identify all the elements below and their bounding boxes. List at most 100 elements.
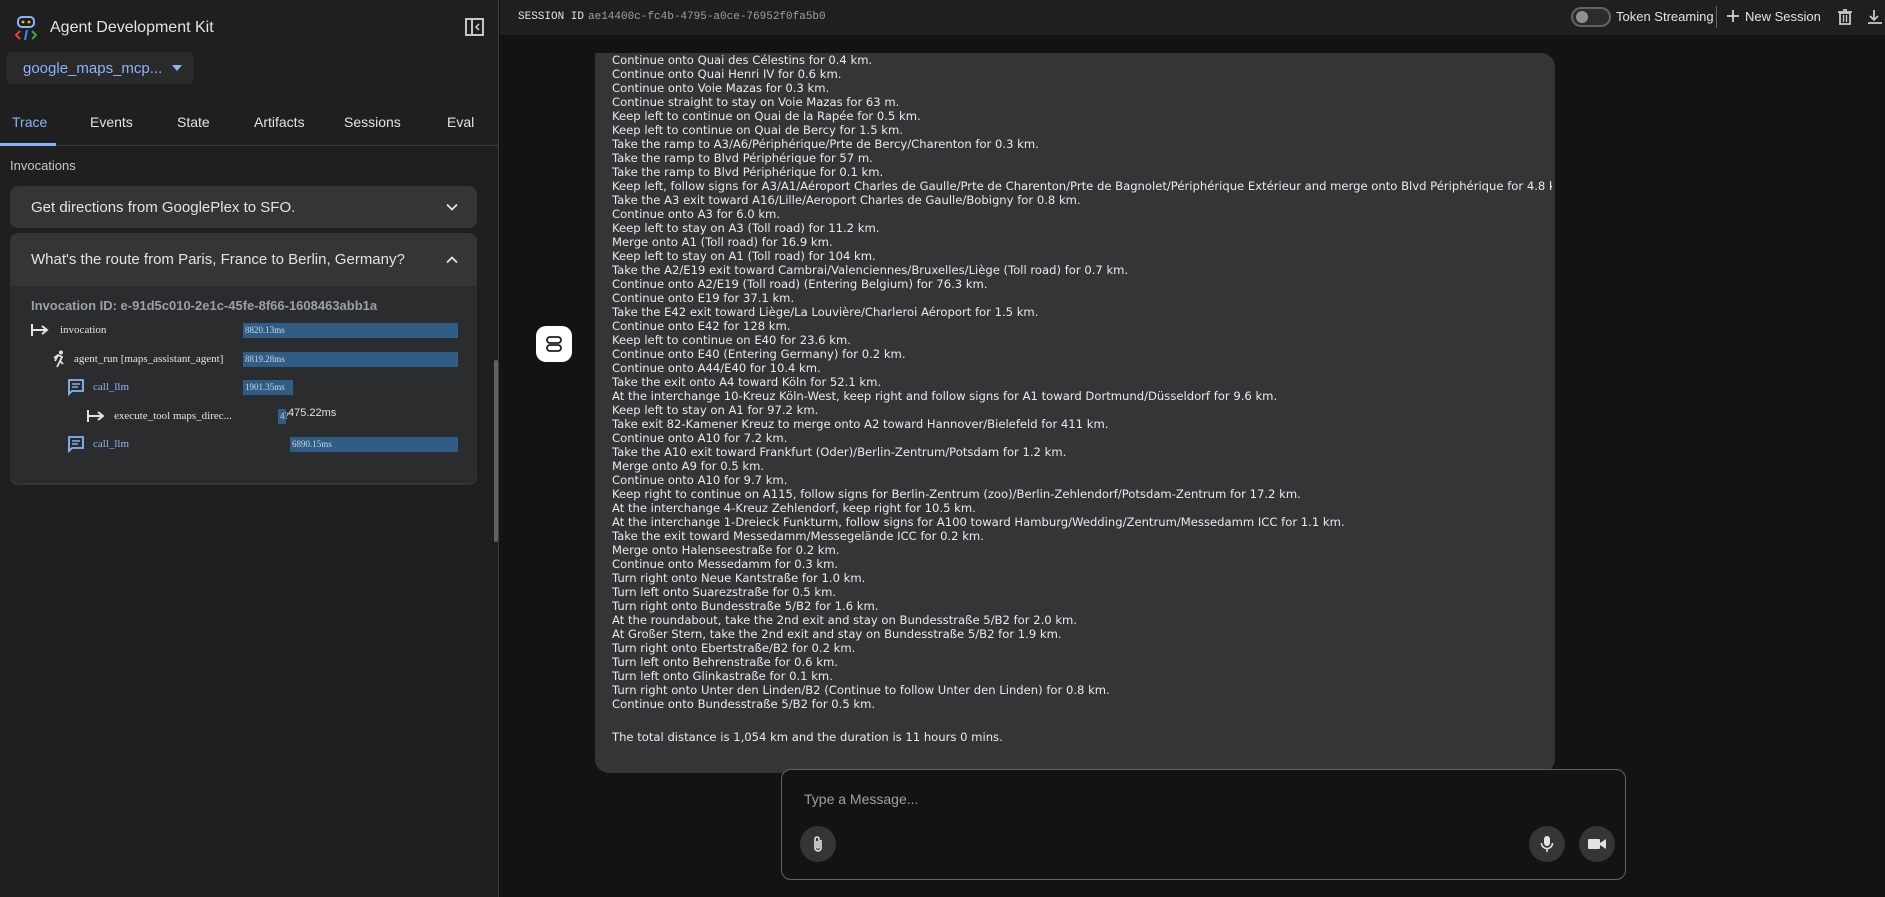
- app-select-value: google_maps_mcp...: [23, 59, 163, 77]
- invocation-card: Get directions from GooglePlex to SFO.: [10, 186, 477, 228]
- route-step-line: Take the A10 exit toward Frankfurt (Oder…: [612, 445, 1067, 459]
- invocation-detail: Invocation ID: e-91d5c010-2e1c-45fe-8f66…: [10, 286, 477, 483]
- adk-logo-icon: [14, 16, 38, 41]
- invocation-title: What's the route from Paris, France to B…: [31, 251, 405, 268]
- sidebar-scrollbar[interactable]: [494, 360, 498, 542]
- route-step-line: Continue onto A3 for 6.0 km.: [612, 207, 781, 221]
- video-button[interactable]: [1579, 826, 1615, 862]
- attach-icon: [814, 836, 822, 852]
- route-step-line: Continue onto Quai Henri IV for 0.6 km.: [612, 67, 842, 81]
- running-icon: [53, 350, 64, 368]
- agent-message-bubble: Continue onto Quai des Célestins for 0.4…: [595, 53, 1555, 773]
- invocation-title: Get directions from GooglePlex to SFO.: [31, 198, 296, 216]
- app-select[interactable]: google_maps_mcp...: [6, 52, 194, 84]
- robot-icon: [546, 336, 562, 352]
- brand: Agent Development Kit: [14, 14, 214, 42]
- chat-icon: [68, 379, 84, 396]
- trace-row[interactable]: agent_run [maps_assistant_agent]: [50, 348, 223, 370]
- plus-icon[interactable]: [1726, 9, 1740, 23]
- side-panel: Agent Development Kit google_maps_mcp...…: [0, 0, 499, 897]
- chevron-up-icon: [446, 256, 458, 264]
- route-step-line: Keep left to stay on A1 (Toll road) for …: [612, 249, 876, 263]
- arrow-right-icon: [31, 324, 49, 336]
- app-root: Agent Development Kit google_maps_mcp...…: [0, 0, 1885, 897]
- arrow-right-icon: [87, 410, 105, 422]
- route-step-line: Take the E42 exit toward Liège/La Louviè…: [612, 305, 1039, 319]
- invocation-header[interactable]: Get directions from GooglePlex to SFO.: [10, 186, 477, 228]
- new-session-button[interactable]: New Session: [1745, 9, 1821, 24]
- route-step-line: Keep left to stay on A3 (Toll road) for …: [612, 221, 880, 235]
- route-step-line: At the interchange 4-Kreuz Zehlendorf, k…: [612, 501, 976, 515]
- route-step-line: Take the A3 exit toward A16/Lille/Aeropo…: [612, 193, 1081, 207]
- route-step-line: Merge onto A9 for 0.5 km.: [612, 459, 765, 473]
- trace-row[interactable]: call_llm: [67, 376, 129, 398]
- route-step-line: Continue onto Voie Mazas for 0.3 km.: [612, 81, 830, 95]
- route-step-line: Turn right onto Unter den Linden/B2 (Con…: [612, 683, 1110, 697]
- route-step-line: Take the exit toward Messedamm/Messegelä…: [612, 529, 984, 543]
- tab-state[interactable]: State: [177, 114, 210, 130]
- app-title: Agent Development Kit: [50, 19, 214, 36]
- route-step-line: Turn left onto Glinkastraße for 0.1 km.: [612, 669, 833, 683]
- route-step-line: Take the ramp to Blvd Périphérique for 5…: [612, 151, 873, 165]
- route-step-line: At the interchange 1-Dreieck Funkturm, f…: [612, 515, 1345, 529]
- trace-duration: 8819.28ms: [245, 354, 285, 364]
- trace-label: execute_tool maps_direc...: [114, 410, 232, 422]
- route-step-line: Take the A2/E19 exit toward Cambrai/Vale…: [612, 263, 1129, 277]
- route-step-line: Turn left onto Suarezstraße for 0.5 km.: [612, 585, 837, 599]
- route-step-line: Take the ramp to Blvd Périphérique for 0…: [612, 165, 884, 179]
- route-step-line: Continue onto E40 (Entering Germany) for…: [612, 347, 906, 361]
- token-streaming-toggle[interactable]: [1571, 7, 1611, 27]
- trace-label: invocation: [60, 324, 107, 336]
- invocation-id: Invocation ID: e-91d5c010-2e1c-45fe-8f66…: [31, 298, 378, 313]
- invocation-card-expanded: What's the route from Paris, France to B…: [10, 233, 477, 485]
- tab-trace[interactable]: Trace: [12, 114, 47, 130]
- trash-icon[interactable]: [1836, 8, 1854, 26]
- download-icon[interactable]: [1866, 8, 1882, 26]
- trace-label: agent_run [maps_assistant_agent]: [74, 353, 224, 365]
- route-step-line: Continue onto E42 for 128 km.: [612, 319, 791, 333]
- trace-row[interactable]: execute_tool maps_direc...: [86, 405, 232, 427]
- mic-button[interactable]: [1529, 826, 1565, 862]
- route-step-line: Continue straight to stay on Voie Mazas …: [612, 95, 900, 109]
- trace-bar: 6890.15ms: [290, 437, 458, 452]
- route-summary: The total distance is 1,054 km and the d…: [612, 730, 1003, 744]
- tab-artifacts[interactable]: Artifacts: [254, 114, 305, 130]
- route-step-line: Take exit 82-Kamener Kreuz to merge onto…: [612, 417, 1109, 431]
- route-step-line: Continue onto Bundesstraße 5/B2 for 0.5 …: [612, 697, 876, 711]
- trace-bar: 8819.28ms: [243, 352, 458, 367]
- route-step-line: At the roundabout, take the 2nd exit and…: [612, 613, 1078, 627]
- sidebar-collapse-icon[interactable]: [463, 16, 487, 38]
- route-step-line: Keep left, follow signs for A3/A1/Aéropo…: [612, 179, 1552, 193]
- chat-area: Continue onto Quai des Célestins for 0.4…: [500, 35, 1885, 897]
- session-id: ae14400c-fc4b-4795-a0ce-76952f0fa5b0: [588, 11, 826, 23]
- tab-events[interactable]: Events: [90, 114, 133, 130]
- session-label: SESSION ID: [518, 11, 585, 23]
- route-step-line: Turn right onto Neue Kantstraße for 1.0 …: [612, 571, 866, 585]
- tab-sessions[interactable]: Sessions: [344, 114, 401, 130]
- attach-button[interactable]: [800, 826, 836, 862]
- route-step-line: Continue onto A10 for 7.2 km.: [612, 431, 788, 445]
- chevron-down-icon: [446, 203, 458, 211]
- invocation-header[interactable]: What's the route from Paris, France to B…: [10, 233, 477, 286]
- route-step-line: Continue onto Messedamm for 0.3 km.: [612, 557, 839, 571]
- route-step-line: Merge onto Halenseestraße for 0.2 km.: [612, 543, 840, 557]
- route-step-line: Turn right onto Ebertstraße/B2 for 0.2 k…: [612, 641, 856, 655]
- divider: [1716, 6, 1717, 28]
- route-step-line: Keep left to continue on Quai de Bercy f…: [612, 123, 903, 137]
- message-input[interactable]: [804, 788, 1584, 810]
- trace-label: call_llm: [93, 381, 130, 393]
- message-composer: [781, 769, 1626, 880]
- trace-bar: 8820.13ms: [243, 323, 458, 338]
- route-step-line: At the interchange 10-Kreuz Köln-West, k…: [612, 389, 1278, 403]
- trace-row[interactable]: call_llm: [67, 433, 129, 455]
- chat-icon: [68, 436, 84, 453]
- route-step-line: Keep right to continue on A115, follow s…: [612, 487, 1301, 501]
- caret-down-icon: [172, 65, 183, 71]
- trace-row[interactable]: invocation: [30, 319, 106, 341]
- trace-label: call_llm: [93, 438, 130, 450]
- route-step-line: Take the exit onto A4 toward Köln for 52…: [612, 375, 882, 389]
- route-step-line: At Großer Stern, take the 2nd exit and s…: [612, 627, 1062, 641]
- toggle-knob: [1576, 11, 1588, 23]
- tab-eval[interactable]: Eval: [447, 114, 474, 130]
- route-step-line: Continue onto A2/E19 (Toll road) (Enteri…: [612, 277, 988, 291]
